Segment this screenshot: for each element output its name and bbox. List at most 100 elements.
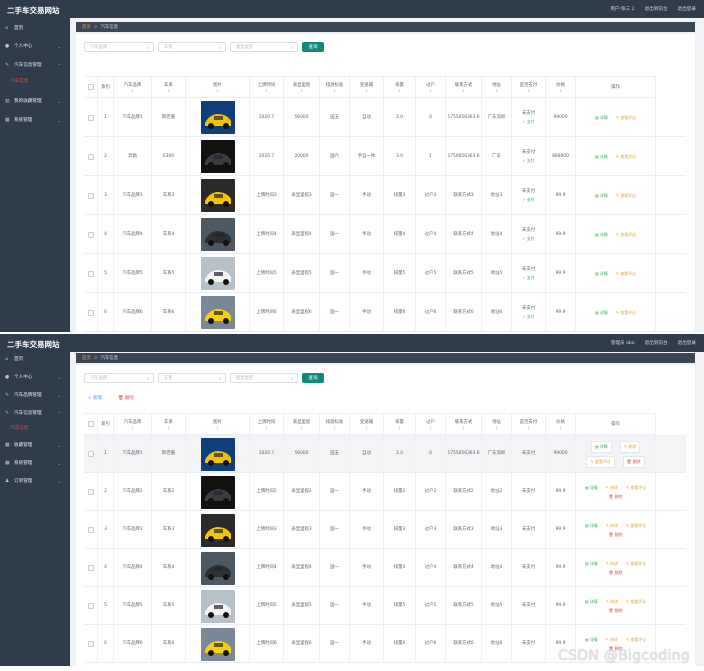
add-button[interactable]: + 新增 [88, 395, 102, 401]
sort-icon[interactable]: ⇕ [216, 425, 219, 430]
sort-icon[interactable]: ⇕ [527, 88, 530, 93]
row-checkbox[interactable] [87, 451, 94, 457]
type-search-input[interactable]: 类型类型 ⌕ [230, 42, 298, 52]
edit-button[interactable]: ✎ 修改 [606, 561, 618, 567]
comment-button[interactable]: ✎ 查看评论 [586, 455, 615, 468]
sort-icon[interactable]: ⇕ [167, 425, 170, 430]
submenu-car-info[interactable]: 汽车信息 [0, 422, 70, 434]
sidebar-item-home[interactable]: ⌂ 首页 [0, 352, 70, 366]
comment-button[interactable]: ✎ 查看评论 [616, 154, 636, 160]
comment-button[interactable]: ✎ 查看评论 [616, 271, 636, 277]
sort-icon[interactable]: ⇕ [527, 425, 530, 430]
sort-icon[interactable]: ⇕ [559, 425, 562, 430]
sort-icon[interactable]: ⇕ [131, 88, 134, 93]
pay-link[interactable]: ✓ 支付 [523, 158, 535, 164]
row-checkbox[interactable] [87, 565, 94, 571]
delete-button[interactable]: 🗑 删除 [609, 608, 623, 614]
comment-button[interactable]: ✎ 查看评论 [626, 485, 646, 491]
column-header[interactable] [84, 76, 98, 98]
series-search-input[interactable]: 车系 ⌕ [158, 42, 226, 52]
edit-button[interactable]: ✎ 修改 [606, 637, 618, 643]
detail-button[interactable]: ▤ 详情 [585, 523, 598, 529]
sort-icon[interactable]: ⇕ [462, 88, 465, 93]
logout-link[interactable]: 退出登录 [678, 6, 696, 12]
series-search-input[interactable]: 车系 ⌕ [158, 373, 226, 383]
row-checkbox[interactable] [87, 527, 94, 533]
sidebar-item-favorites[interactable]: ▥ 我的收藏管理 ⌄ [0, 94, 70, 108]
pay-link[interactable]: ✓ 支付 [523, 197, 535, 203]
edit-button[interactable]: ✎ 修改 [606, 599, 618, 605]
row-checkbox[interactable] [87, 192, 94, 199]
sidebar-item-system[interactable]: ▦ 系统管理 ⌄ [0, 113, 70, 127]
row-checkbox[interactable] [87, 114, 94, 121]
breadcrumb-home[interactable]: 首页 [82, 24, 91, 30]
edit-button[interactable]: ✎ 修改 [619, 440, 640, 453]
pay-link[interactable]: ✓ 支付 [523, 236, 535, 242]
column-header[interactable] [84, 413, 98, 435]
sort-icon[interactable]: ⇕ [265, 88, 268, 93]
sort-icon[interactable]: ⇕ [265, 425, 268, 430]
comment-button[interactable]: ✎ 查看评论 [616, 193, 636, 199]
comment-button[interactable]: ✎ 查看评论 [626, 561, 646, 567]
sidebar-item-home[interactable]: ⌂ 首页 [0, 21, 70, 35]
sidebar-item-car-info[interactable]: ✎ 汽车信息管理 ⌃ [0, 406, 70, 420]
sort-icon[interactable]: ⇕ [167, 88, 170, 93]
sort-icon[interactable]: ⇕ [495, 425, 498, 430]
comment-button[interactable]: ✎ 查看评论 [626, 599, 646, 605]
breadcrumb-home[interactable]: 首页 [82, 355, 91, 361]
detail-button[interactable]: ▤ 详情 [595, 310, 608, 316]
sidebar-item-brand[interactable]: ✎ 汽车品牌管理 ⌄ [0, 388, 70, 402]
comment-button[interactable]: ✎ 查看评论 [626, 523, 646, 529]
edit-button[interactable]: ✎ 修改 [606, 523, 618, 529]
sort-icon[interactable]: ⇕ [398, 425, 401, 430]
delete-button[interactable]: 🗑 删除 [609, 532, 623, 538]
brand-search-input[interactable]: 汽车品牌 ⌕ [84, 373, 154, 383]
submenu-car-info[interactable]: 汽车信息 [0, 75, 70, 87]
type-search-input[interactable]: 类型类型 ⌕ [230, 373, 298, 383]
sort-icon[interactable]: ⇕ [429, 425, 432, 430]
sort-icon[interactable]: ⇕ [559, 88, 562, 93]
row-checkbox[interactable] [87, 489, 94, 495]
detail-button[interactable]: ▤ 详情 [595, 115, 608, 121]
sort-icon[interactable]: ⇕ [495, 88, 498, 93]
delete-button[interactable]: 🗑 删除 [609, 570, 623, 576]
sort-icon[interactable]: ⇕ [216, 88, 219, 93]
select-all-checkbox[interactable] [87, 421, 94, 427]
sort-icon[interactable]: ⇕ [398, 88, 401, 93]
back-to-front-link[interactable]: 退出到前台 [645, 6, 668, 12]
select-all-checkbox[interactable] [87, 84, 94, 90]
logout-link[interactable]: 退出登录 [678, 340, 696, 346]
detail-button[interactable]: ▤ 详情 [595, 271, 608, 277]
row-checkbox[interactable] [87, 231, 94, 238]
detail-button[interactable]: ▤ 详情 [585, 485, 598, 491]
delete-button[interactable]: 🗑 删除 [622, 455, 645, 468]
back-to-front-link[interactable]: 退出到前台 [645, 340, 668, 346]
batch-delete-button[interactable]: 🗑 删除 [118, 395, 134, 402]
brand-search-input[interactable]: 汽车品牌 ⌕ [84, 42, 154, 52]
comment-button[interactable]: ✎ 查看评论 [616, 115, 636, 121]
row-checkbox[interactable] [87, 641, 94, 647]
detail-button[interactable]: ▤ 详情 [595, 232, 608, 238]
sort-icon[interactable]: ⇕ [131, 425, 134, 430]
sort-icon[interactable]: ⇕ [300, 425, 303, 430]
pay-link[interactable]: ✓ 支付 [523, 119, 535, 125]
sidebar-item-orders[interactable]: ♟ 订单管理 ⌄ [0, 474, 70, 488]
row-checkbox[interactable] [87, 603, 94, 609]
sidebar-item-favorites[interactable]: ▦ 收藏管理 ⌄ [0, 438, 70, 452]
detail-button[interactable]: ▤ 详情 [595, 193, 608, 199]
detail-button[interactable]: ▤ 详情 [585, 637, 598, 643]
edit-button[interactable]: ✎ 修改 [606, 485, 618, 491]
sort-icon[interactable]: ⇕ [429, 88, 432, 93]
detail-button[interactable]: ▤ 详情 [591, 440, 612, 453]
row-checkbox[interactable] [87, 153, 94, 160]
detail-button[interactable]: ▤ 详情 [595, 154, 608, 160]
pay-link[interactable]: ✓ 支付 [523, 275, 535, 281]
comment-button[interactable]: ✎ 查看评论 [626, 637, 646, 643]
sort-icon[interactable]: ⇕ [300, 88, 303, 93]
sidebar-item-profile[interactable]: ● 个人中心 ⌄ [0, 370, 70, 384]
row-checkbox[interactable] [87, 309, 94, 316]
sort-icon[interactable]: ⇕ [365, 425, 368, 430]
query-button[interactable]: 查询 [302, 373, 324, 383]
detail-button[interactable]: ▤ 详情 [585, 561, 598, 567]
sidebar-item-system[interactable]: ▦ 系统管理 ⌄ [0, 456, 70, 470]
